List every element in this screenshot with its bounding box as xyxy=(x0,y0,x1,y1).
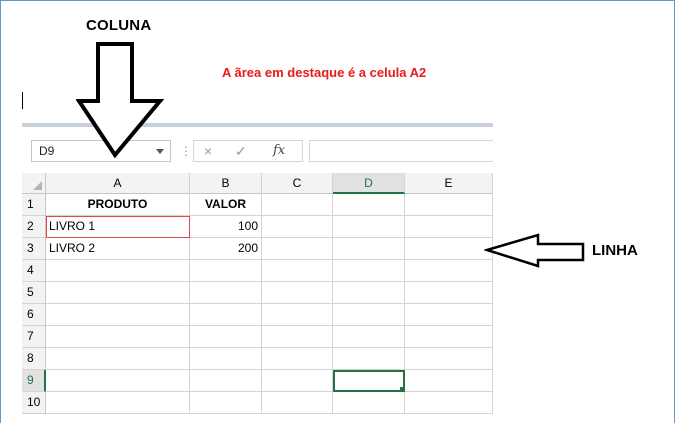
cell-b8[interactable] xyxy=(190,348,262,370)
select-all-corner[interactable] xyxy=(22,173,46,194)
row-annotation-label: LINHA xyxy=(592,242,638,259)
cell-c8[interactable] xyxy=(262,348,333,370)
cell-b6[interactable] xyxy=(190,304,262,326)
cell-e9[interactable] xyxy=(405,370,493,392)
row-header-1[interactable]: 1 xyxy=(22,194,46,216)
cell-grid: A B C D E 1 PRODUTO VALOR 2 LIVRO 1 100 3 LIVRO 2 200… xyxy=(22,173,493,414)
cell-e2[interactable] xyxy=(405,216,493,238)
cell-e1[interactable] xyxy=(405,194,493,216)
cell-a5[interactable] xyxy=(46,282,190,304)
text-cursor xyxy=(22,92,23,109)
down-arrow-annotation xyxy=(76,42,165,159)
cell-e6[interactable] xyxy=(405,304,493,326)
cell-a6[interactable] xyxy=(46,304,190,326)
row-header-4[interactable]: 4 xyxy=(22,260,46,282)
row-header-5[interactable]: 5 xyxy=(22,282,46,304)
cell-c10[interactable] xyxy=(262,392,333,414)
cell-d2[interactable] xyxy=(333,216,405,238)
column-header-c[interactable]: C xyxy=(262,173,333,194)
cell-d3[interactable] xyxy=(333,238,405,260)
cell-c2[interactable] xyxy=(262,216,333,238)
cell-b5[interactable] xyxy=(190,282,262,304)
cell-d9[interactable] xyxy=(333,370,405,392)
cell-a4[interactable] xyxy=(46,260,190,282)
cell-a3[interactable]: LIVRO 2 xyxy=(46,238,190,260)
cell-e3[interactable] xyxy=(405,238,493,260)
cell-c6[interactable] xyxy=(262,304,333,326)
name-box-value: D9 xyxy=(39,144,55,158)
cell-b3[interactable]: 200 xyxy=(190,238,262,260)
cell-b7[interactable] xyxy=(190,326,262,348)
enter-check-icon[interactable]: ✓ xyxy=(235,143,247,160)
row-header-10[interactable]: 10 xyxy=(22,392,46,414)
cell-d8[interactable] xyxy=(333,348,405,370)
cell-e7[interactable] xyxy=(405,326,493,348)
formula-buttons: × ✓ fx xyxy=(193,140,303,162)
cell-a1[interactable]: PRODUTO xyxy=(46,194,190,216)
column-header-e[interactable]: E xyxy=(405,173,493,194)
row-header-6[interactable]: 6 xyxy=(22,304,46,326)
cell-d1[interactable] xyxy=(333,194,405,216)
cell-c7[interactable] xyxy=(262,326,333,348)
cell-e10[interactable] xyxy=(405,392,493,414)
cell-b1[interactable]: VALOR xyxy=(190,194,262,216)
cell-b10[interactable] xyxy=(190,392,262,414)
row-header-8[interactable]: 8 xyxy=(22,348,46,370)
cell-a10[interactable] xyxy=(46,392,190,414)
left-arrow-annotation xyxy=(484,233,585,268)
cell-a8[interactable] xyxy=(46,348,190,370)
cell-b2[interactable]: 100 xyxy=(190,216,262,238)
row-header-7[interactable]: 7 xyxy=(22,326,46,348)
column-header-b[interactable]: B xyxy=(190,173,262,194)
cell-c5[interactable] xyxy=(262,282,333,304)
cancel-icon[interactable]: × xyxy=(204,143,212,159)
cell-a9[interactable] xyxy=(46,370,190,392)
cell-c3[interactable] xyxy=(262,238,333,260)
insert-function-icon[interactable]: fx xyxy=(273,143,285,158)
row-header-3[interactable]: 3 xyxy=(22,238,46,260)
row-header-9[interactable]: 9 xyxy=(22,370,46,392)
cell-d5[interactable] xyxy=(333,282,405,304)
formula-input[interactable] xyxy=(309,140,493,162)
column-annotation-label: COLUNA xyxy=(86,17,152,34)
column-header-a[interactable]: A xyxy=(46,173,190,194)
row-header-2[interactable]: 2 xyxy=(22,216,46,238)
cell-c4[interactable] xyxy=(262,260,333,282)
cell-a7[interactable] xyxy=(46,326,190,348)
highlight-caption: A ãrea em destaque é a celula A2 xyxy=(222,65,427,80)
cell-d4[interactable] xyxy=(333,260,405,282)
cell-d6[interactable] xyxy=(333,304,405,326)
cell-e8[interactable] xyxy=(405,348,493,370)
spreadsheet-screenshot: D9 ⋮ × ✓ fx A B C D E 1 PRODUTO VALOR 2 LIVRO 1 10… xyxy=(22,123,493,428)
cell-a2[interactable]: LIVRO 1 xyxy=(46,216,190,238)
cell-c1[interactable] xyxy=(262,194,333,216)
cell-d7[interactable] xyxy=(333,326,405,348)
cell-c9[interactable] xyxy=(262,370,333,392)
cell-e4[interactable] xyxy=(405,260,493,282)
drag-handle-icon[interactable]: ⋮ xyxy=(180,144,192,158)
cell-d10[interactable] xyxy=(333,392,405,414)
cell-b4[interactable] xyxy=(190,260,262,282)
cell-b9[interactable] xyxy=(190,370,262,392)
column-header-d[interactable]: D xyxy=(333,173,405,194)
cell-e5[interactable] xyxy=(405,282,493,304)
